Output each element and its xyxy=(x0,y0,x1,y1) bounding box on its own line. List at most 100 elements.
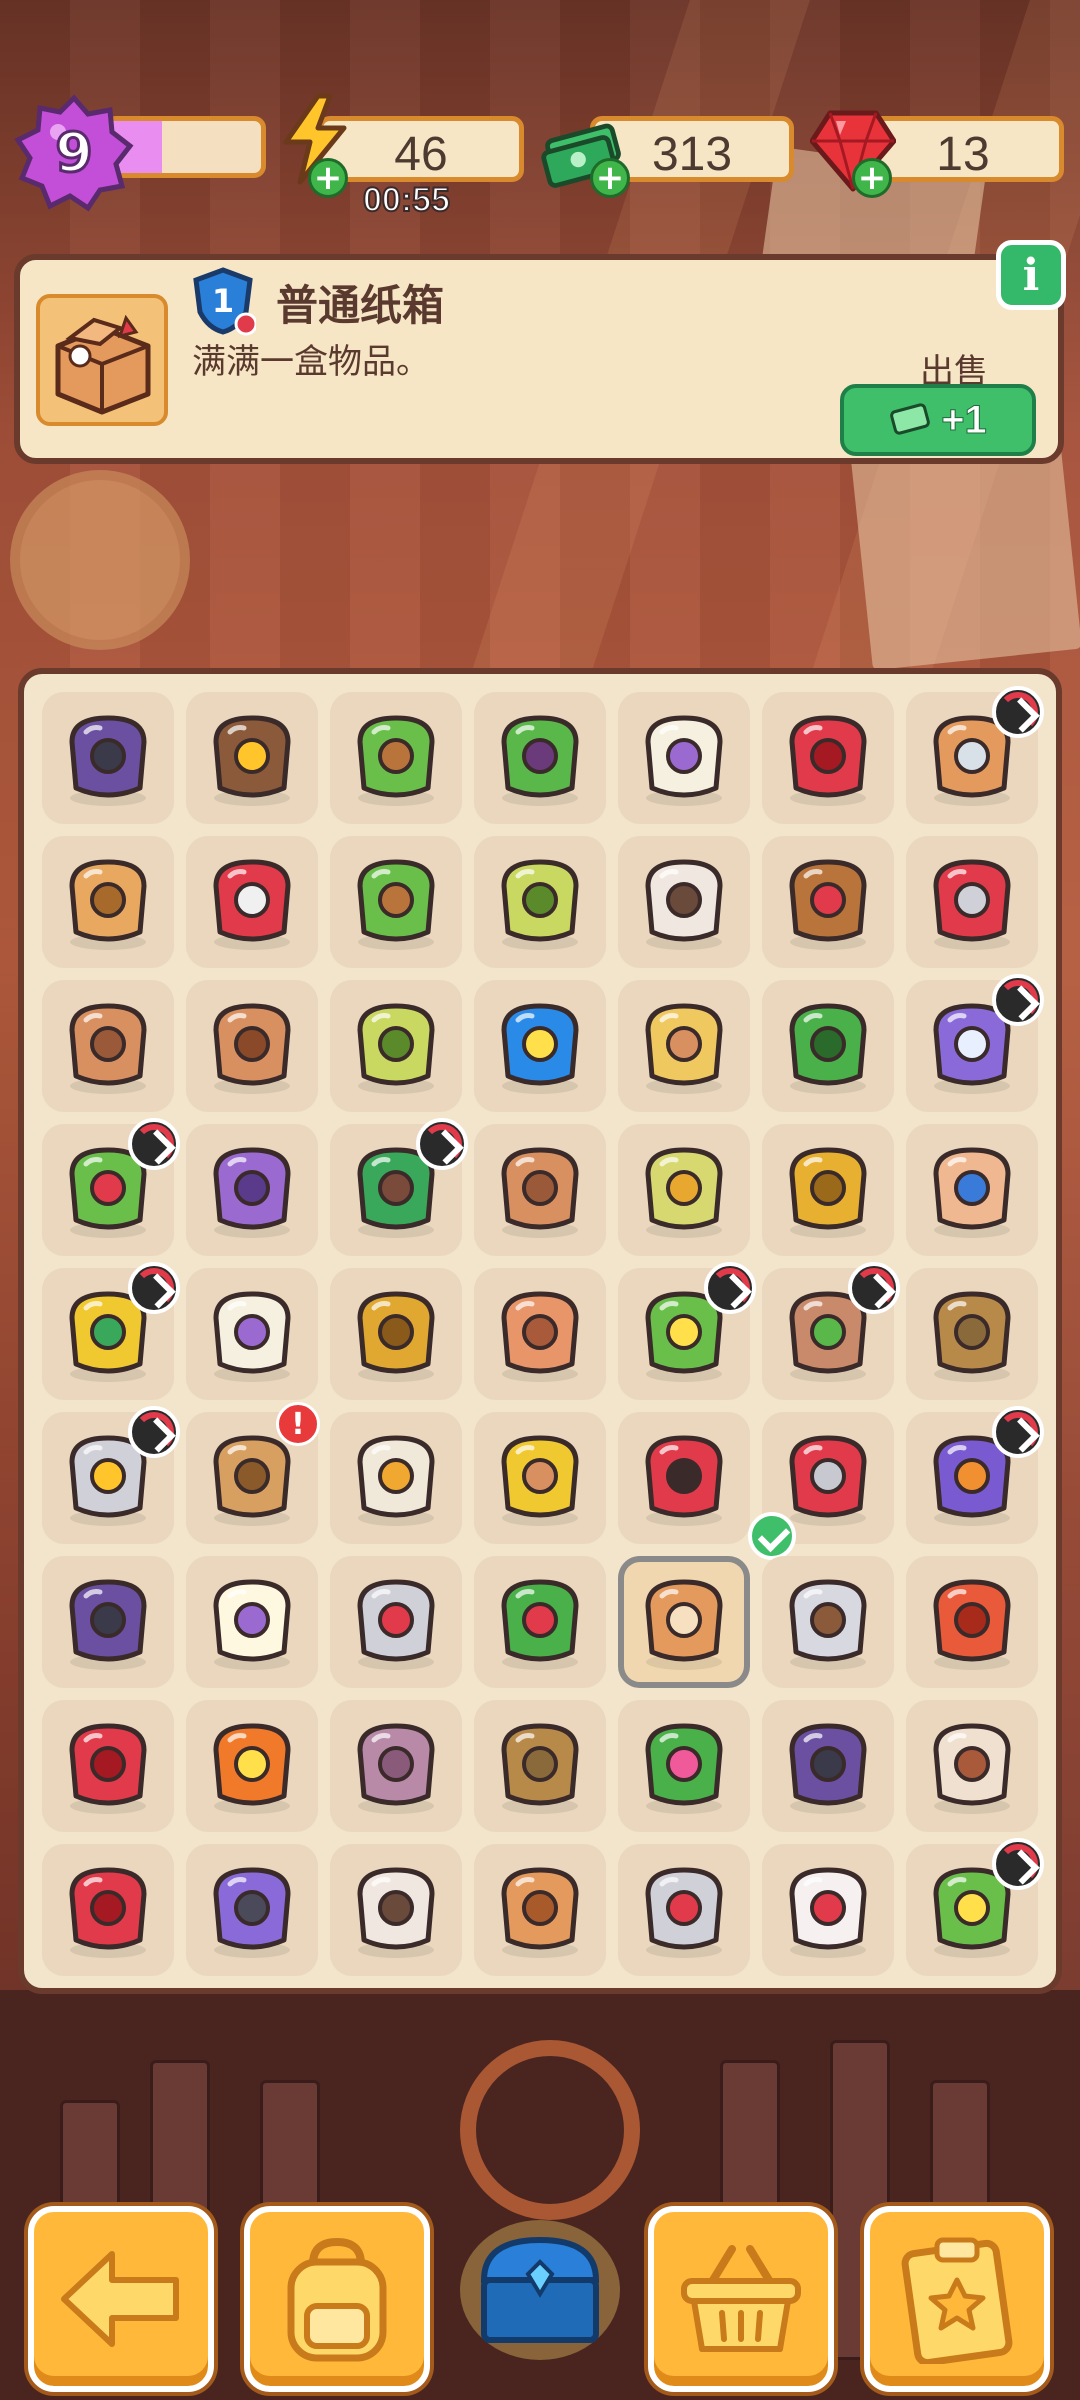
tasks-button[interactable] xyxy=(864,2206,1050,2392)
board-cell[interactable] xyxy=(618,980,750,1112)
upgrade-badge-icon xyxy=(128,1262,180,1314)
board-cell[interactable] xyxy=(618,836,750,968)
board-cell[interactable] xyxy=(42,692,174,824)
board-cell[interactable] xyxy=(330,1700,462,1832)
board-cell[interactable] xyxy=(618,692,750,824)
item-description: 满满一盒物品。 xyxy=(192,342,430,382)
board-cell[interactable] xyxy=(186,692,318,824)
stacked-crates-icon xyxy=(213,1003,291,1094)
broken-pieces-icon xyxy=(933,1723,1011,1814)
board-cell[interactable] xyxy=(42,1118,180,1256)
board-cell[interactable] xyxy=(474,1844,606,1976)
upgrade-badge-icon xyxy=(848,1262,900,1314)
board-cell[interactable] xyxy=(330,1556,462,1688)
board-cell[interactable] xyxy=(762,1262,900,1400)
board-cell[interactable] xyxy=(618,1700,750,1832)
add-cash-button[interactable]: + xyxy=(590,158,630,198)
white-glove-icon xyxy=(789,1867,867,1958)
board-cell[interactable] xyxy=(618,1556,750,1688)
board-cell[interactable] xyxy=(762,1700,894,1832)
purple-moth-icon xyxy=(213,1147,291,1238)
stacked-boxes-icon xyxy=(501,1867,579,1958)
porcelain-vase-icon xyxy=(933,1147,1011,1238)
board-cell[interactable] xyxy=(906,1268,1038,1400)
board-cell[interactable] xyxy=(906,1124,1038,1256)
board-cell[interactable] xyxy=(42,1406,180,1544)
board-cell[interactable] xyxy=(474,1268,606,1400)
board-cell[interactable] xyxy=(42,836,174,968)
board-cell[interactable] xyxy=(186,1268,318,1400)
board-cell[interactable] xyxy=(330,1268,462,1400)
board-cell[interactable]: ! xyxy=(186,1402,320,1544)
level-number: 9 xyxy=(54,119,95,185)
back-button[interactable] xyxy=(28,2206,214,2392)
board-cell[interactable] xyxy=(474,1124,606,1256)
board-cell[interactable] xyxy=(762,980,894,1112)
board-cell[interactable] xyxy=(748,1412,894,1560)
board-cell[interactable] xyxy=(186,980,318,1112)
upgrade-badge-icon xyxy=(992,1406,1044,1458)
board-cell[interactable] xyxy=(762,1844,894,1976)
board-cell[interactable] xyxy=(906,1556,1038,1688)
board-cell[interactable] xyxy=(42,1700,174,1832)
board-cell[interactable] xyxy=(474,1412,606,1544)
treasure-chest-button[interactable] xyxy=(460,2210,620,2370)
upgrade-badge-icon xyxy=(416,1118,468,1170)
board-cell[interactable] xyxy=(42,1262,180,1400)
board-cell[interactable] xyxy=(618,1262,756,1400)
alert-icon: ! xyxy=(276,1402,320,1446)
red-tray-icon xyxy=(789,715,867,806)
golden-seeds-icon xyxy=(789,1147,867,1238)
board-cell[interactable] xyxy=(762,1556,894,1688)
board-cell[interactable] xyxy=(330,1844,462,1976)
seed-bag-icon xyxy=(501,859,579,950)
board-cell[interactable] xyxy=(618,1844,750,1976)
board-cell[interactable] xyxy=(186,1844,318,1976)
leafy-bush-icon xyxy=(789,1003,867,1094)
board-cell[interactable] xyxy=(762,692,894,824)
seedling-icon xyxy=(501,715,579,806)
board-cell[interactable] xyxy=(906,974,1044,1112)
red-toolbox-icon xyxy=(69,1867,147,1958)
board-cell[interactable] xyxy=(762,1124,894,1256)
board-cell[interactable] xyxy=(906,1700,1038,1832)
board-cell[interactable] xyxy=(906,1838,1044,1976)
level-indicator[interactable]: 9 xyxy=(14,92,266,212)
board-cell[interactable] xyxy=(474,980,606,1112)
board-cell[interactable] xyxy=(42,980,174,1112)
board-cell[interactable] xyxy=(618,1124,750,1256)
board-cell[interactable] xyxy=(330,1118,468,1256)
board-cell[interactable] xyxy=(330,1412,462,1544)
backpack-button[interactable] xyxy=(244,2206,430,2392)
board-cell[interactable] xyxy=(906,836,1038,968)
sell-price: +1 xyxy=(941,397,988,442)
berry-bush-icon xyxy=(501,1579,579,1670)
board-cell[interactable] xyxy=(186,1124,318,1256)
board-cell[interactable] xyxy=(762,836,894,968)
board-cell[interactable] xyxy=(474,692,606,824)
red-gloves-icon xyxy=(213,859,291,950)
info-button[interactable]: i xyxy=(996,240,1066,310)
board-cell[interactable] xyxy=(906,1406,1044,1544)
board-cell[interactable] xyxy=(330,980,462,1112)
add-gems-button[interactable]: + xyxy=(852,158,892,198)
board-cell[interactable] xyxy=(906,686,1044,824)
shop-basket-button[interactable] xyxy=(648,2206,834,2392)
board-cell[interactable] xyxy=(618,1412,750,1544)
upgrade-badge-icon xyxy=(992,1838,1044,1890)
horseshoe-icon xyxy=(357,1291,435,1382)
board-cell[interactable] xyxy=(186,836,318,968)
board-cell[interactable] xyxy=(474,1556,606,1688)
board-cell[interactable] xyxy=(42,1844,174,1976)
sell-button[interactable]: +1 xyxy=(840,384,1036,456)
board-cell[interactable] xyxy=(186,1556,318,1688)
board-cell[interactable] xyxy=(42,1556,174,1688)
board-cell[interactable] xyxy=(186,1700,318,1832)
add-energy-button[interactable]: + xyxy=(308,158,348,198)
board-cell[interactable] xyxy=(330,692,462,824)
board-cell[interactable] xyxy=(330,836,462,968)
board-cell[interactable] xyxy=(474,836,606,968)
energy-orb-blue-icon xyxy=(501,1003,579,1094)
board-cell[interactable] xyxy=(474,1700,606,1832)
ladybug-icon xyxy=(645,1435,723,1526)
